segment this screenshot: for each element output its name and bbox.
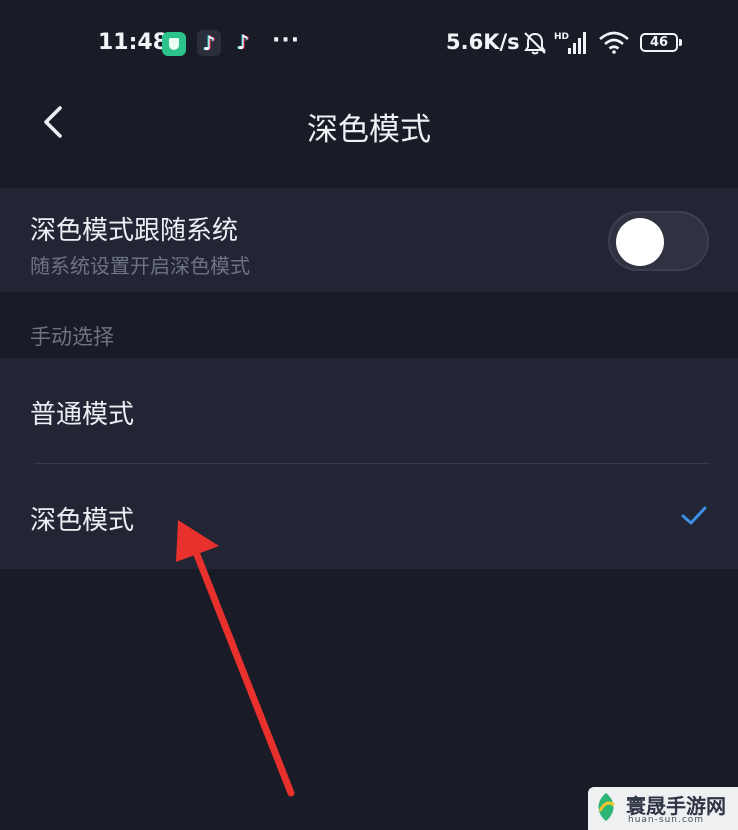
shield-app-icon bbox=[162, 32, 186, 56]
site-watermark: 寰晟手游网 huan-sun.com bbox=[588, 787, 738, 830]
option-dark-mode[interactable]: 深色模式 bbox=[0, 464, 738, 569]
option-label: 深色模式 bbox=[30, 506, 135, 536]
site-logo-icon bbox=[598, 793, 615, 821]
app-header: 深色模式 bbox=[0, 88, 738, 168]
option-normal-mode[interactable]: 普通模式 bbox=[0, 358, 738, 463]
mute-bell-icon bbox=[524, 32, 546, 55]
option-label: 普通模式 bbox=[30, 400, 135, 430]
status-bar: 11:48 ♪ ♪ ··· 5.6K/s HD 46 bbox=[0, 0, 738, 88]
status-time: 11:48 bbox=[98, 30, 169, 55]
mode-options-list: 普通模式 深色模式 bbox=[0, 358, 738, 569]
network-speed: 5.6K/s bbox=[446, 30, 520, 54]
follow-system-toggle[interactable] bbox=[608, 211, 709, 271]
follow-system-row: 深色模式跟随系统 随系统设置开启深色模式 bbox=[0, 188, 738, 292]
more-notifications-icon: ··· bbox=[272, 28, 301, 53]
watermark-domain: huan-sun.com bbox=[628, 815, 705, 825]
battery-icon: 46 bbox=[640, 33, 682, 52]
page-title: 深色模式 bbox=[307, 112, 431, 148]
svg-text:HD: HD bbox=[554, 32, 569, 42]
tiktok-lite-icon: ♪ bbox=[197, 30, 221, 56]
hd-signal-icon: HD bbox=[554, 32, 586, 54]
follow-system-subtitle: 随系统设置开启深色模式 bbox=[30, 254, 250, 278]
section-label-manual: 手动选择 bbox=[30, 325, 114, 349]
checkmark-icon bbox=[681, 506, 707, 525]
follow-system-title: 深色模式跟随系统 bbox=[30, 216, 239, 246]
wifi-icon bbox=[599, 31, 629, 54]
tiktok-icon: ♪ bbox=[236, 30, 250, 54]
toggle-knob bbox=[616, 218, 664, 266]
